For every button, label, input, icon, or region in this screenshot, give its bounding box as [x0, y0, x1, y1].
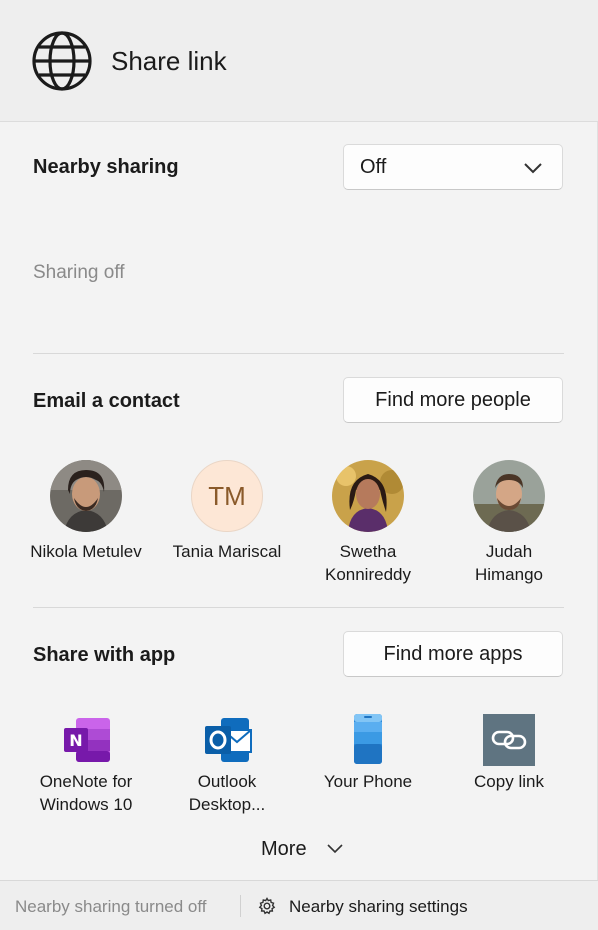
link-icon [481, 712, 537, 768]
app-name-line: Your Phone [323, 772, 413, 791]
divider [33, 353, 564, 354]
contact-name: Tania Mariscal [172, 542, 282, 561]
more-label: More [261, 838, 307, 860]
onenote-icon: N [58, 712, 114, 768]
nearby-sharing-dropdown[interactable]: Off [343, 144, 563, 190]
nearby-sharing-label: Nearby sharing [33, 156, 179, 178]
divider [33, 607, 564, 608]
contact-swetha[interactable]: Swetha Konnireddy [298, 460, 438, 586]
app-name-line: Copy link [474, 772, 544, 791]
contact-name-line: Judah [485, 542, 533, 561]
app-name: Copy link [439, 770, 579, 793]
settings-link-label: Nearby sharing settings [289, 897, 468, 916]
app-outlook[interactable]: Outlook Desktop... [157, 712, 297, 816]
contact-tania[interactable]: TM Tania Mariscal [157, 460, 297, 563]
avatar [473, 460, 545, 532]
contact-name: Nikola Metulev [30, 542, 142, 561]
share-footer: Nearby sharing turned off Nearby sharing… [0, 880, 598, 930]
contact-name-line: Konnireddy [324, 565, 411, 584]
app-onenote[interactable]: N OneNote for Windows 10 [16, 712, 156, 816]
contact-name-line: Himango [474, 565, 544, 584]
page-title: Share link [111, 46, 227, 76]
divider [240, 895, 241, 917]
app-name: Your Phone [298, 770, 438, 793]
app-name-line: Outlook [197, 772, 257, 791]
app-name-line: Desktop... [188, 795, 266, 814]
app-your-phone[interactable]: Your Phone [298, 712, 438, 793]
globe-icon [31, 30, 93, 92]
contact-name-line: Swetha [339, 542, 397, 561]
sharing-status: Sharing off [33, 262, 125, 283]
more-button[interactable]: More [261, 838, 343, 861]
chevron-down-icon [524, 163, 542, 174]
outlook-icon [199, 712, 255, 768]
avatar [50, 460, 122, 532]
avatar: TM [191, 460, 263, 532]
chevron-down-icon [327, 844, 343, 854]
contact-name: Swetha Konnireddy [298, 540, 438, 586]
find-more-people-button[interactable]: Find more people [343, 377, 563, 423]
your-phone-icon [340, 712, 396, 768]
find-more-apps-button[interactable]: Find more apps [343, 631, 563, 677]
contact-judah[interactable]: Judah Himango [439, 460, 579, 586]
nearby-status-text: Nearby sharing turned off [15, 897, 207, 916]
app-name-line: Windows 10 [39, 795, 133, 814]
contact-name: Judah Himango [439, 540, 579, 586]
share-header: Share link [0, 0, 598, 122]
gear-icon [258, 897, 276, 915]
dropdown-value: Off [360, 156, 387, 178]
email-contact-label: Email a contact [33, 390, 180, 412]
share-panel: Share link Nearby sharing Off Sharing of… [0, 0, 598, 930]
app-name-line: OneNote for [39, 772, 133, 791]
app-name: Outlook Desktop... [157, 770, 297, 816]
app-name: OneNote for Windows 10 [16, 770, 156, 816]
avatar [332, 460, 404, 532]
contact-nikola[interactable]: Nikola Metulev [16, 460, 156, 563]
svg-text:N: N [69, 731, 82, 750]
app-copy-link[interactable]: Copy link [439, 712, 579, 793]
share-with-app-label: Share with app [33, 644, 176, 666]
